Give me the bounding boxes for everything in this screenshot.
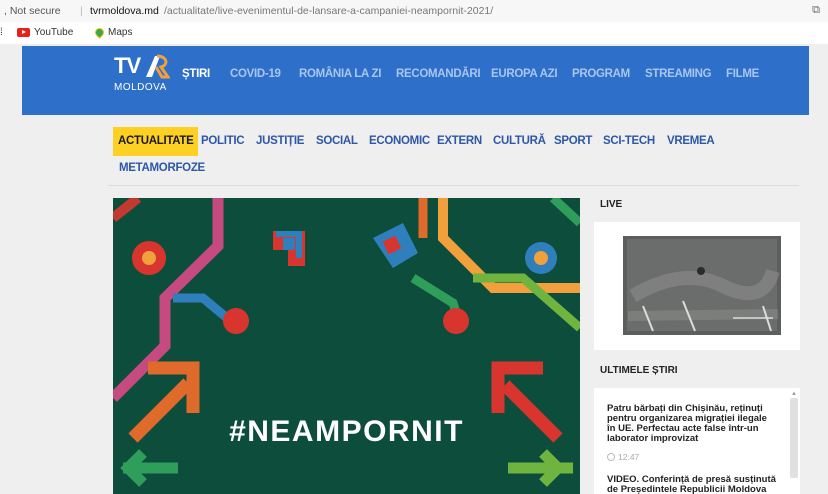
hero-hashtag: #NEAMPORNIT (229, 415, 464, 448)
news-item-time: 12:47 (607, 452, 639, 462)
scroll-up-icon[interactable]: ▲ (791, 391, 797, 397)
subnav-divider (108, 185, 799, 186)
news-time-text: 12:47 (618, 452, 640, 462)
nav-europa-azi[interactable]: EUROPA AZI (491, 68, 558, 80)
hero-artwork (113, 198, 580, 487)
live-player[interactable] (594, 222, 800, 350)
nav-stiri[interactable]: ȘTIRI (182, 68, 210, 80)
nav-filme[interactable]: FILME (726, 68, 759, 80)
news-item-title[interactable]: VIDEO. Conferință de presă susținută de … (607, 475, 777, 494)
flower-right (525, 242, 557, 274)
nav-program[interactable]: PROGRAM (572, 68, 630, 80)
news-scrollbar[interactable] (790, 398, 798, 478)
live-video-thumbnail (623, 236, 781, 335)
nav-streaming[interactable]: STREAMING (645, 68, 712, 80)
nav-recomandari[interactable]: RECOMANDĂRI (396, 68, 481, 80)
flower-left (132, 241, 166, 275)
hero-image[interactable]: #NEAMPORNIT (113, 198, 580, 494)
address-bar[interactable]: , Not secure | tvrmoldova.md /actualitat… (0, 0, 828, 22)
bookmark-maps[interactable]: Maps (93, 26, 133, 39)
logo-r-icon (146, 54, 170, 79)
live-video-frame[interactable] (623, 236, 781, 335)
youtube-icon (17, 28, 30, 37)
security-indicator[interactable]: , Not secure (4, 5, 61, 17)
subnav-sci-tech[interactable]: SCI-TECH (603, 135, 655, 147)
subnav-justitie[interactable]: JUSTIȚIE (256, 135, 304, 147)
extension-icon[interactable]: ⧉ (812, 4, 820, 17)
bookmarks-bar: ⁞ YouTube Maps (0, 22, 828, 44)
subnav-politic[interactable]: POLITIC (201, 135, 245, 147)
logo-text: TV (114, 53, 141, 78)
latest-news-list: Patru bărbați din Chișinău, reținuți pen… (594, 388, 800, 494)
bookmark-label: YouTube (34, 27, 74, 38)
logo-subtitle: MOLDOVA (114, 82, 167, 93)
clock-icon (607, 453, 615, 461)
nav-covid[interactable]: COVID-19 (230, 68, 281, 80)
latest-news-title: ULTIMELE ȘTIRI (600, 365, 678, 376)
apps-icon[interactable]: ⁞ (0, 27, 3, 38)
subnav-cultura[interactable]: CULTURĂ (493, 135, 546, 147)
subnav-social[interactable]: SOCIAL (316, 135, 358, 147)
site-header: TV MOLDOVA ȘTIRI COVID-19 ROMÂNIA LA ZI … (22, 46, 809, 115)
subnav-sport[interactable]: SPORT (554, 135, 592, 147)
live-section-title: LIVE (600, 199, 623, 210)
bookmark-youtube[interactable]: YouTube (17, 27, 73, 38)
maps-pin-icon (93, 26, 106, 39)
url-separator: | (80, 5, 83, 17)
subnav-metamorfoze[interactable]: METAMORFOZE (119, 162, 205, 174)
url-path: /actualitate/live-evenimentul-de-lansare… (164, 5, 494, 17)
subnav-extern[interactable]: EXTERN (437, 135, 482, 147)
subnav-vremea[interactable]: VREMEA (667, 135, 715, 147)
bookmark-label: Maps (108, 27, 133, 38)
url-domain: tvrmoldova.md (90, 5, 159, 17)
subnav-economic[interactable]: ECONOMIC (369, 135, 430, 147)
nav-romania-la-zi[interactable]: ROMÂNIA LA ZI (299, 68, 381, 80)
news-item-title[interactable]: Patru bărbați din Chișinău, reținuți pen… (607, 404, 777, 444)
subnav-actualitate[interactable]: ACTUALITATE (113, 127, 199, 156)
site-logo[interactable]: TV MOLDOVA (114, 53, 170, 93)
